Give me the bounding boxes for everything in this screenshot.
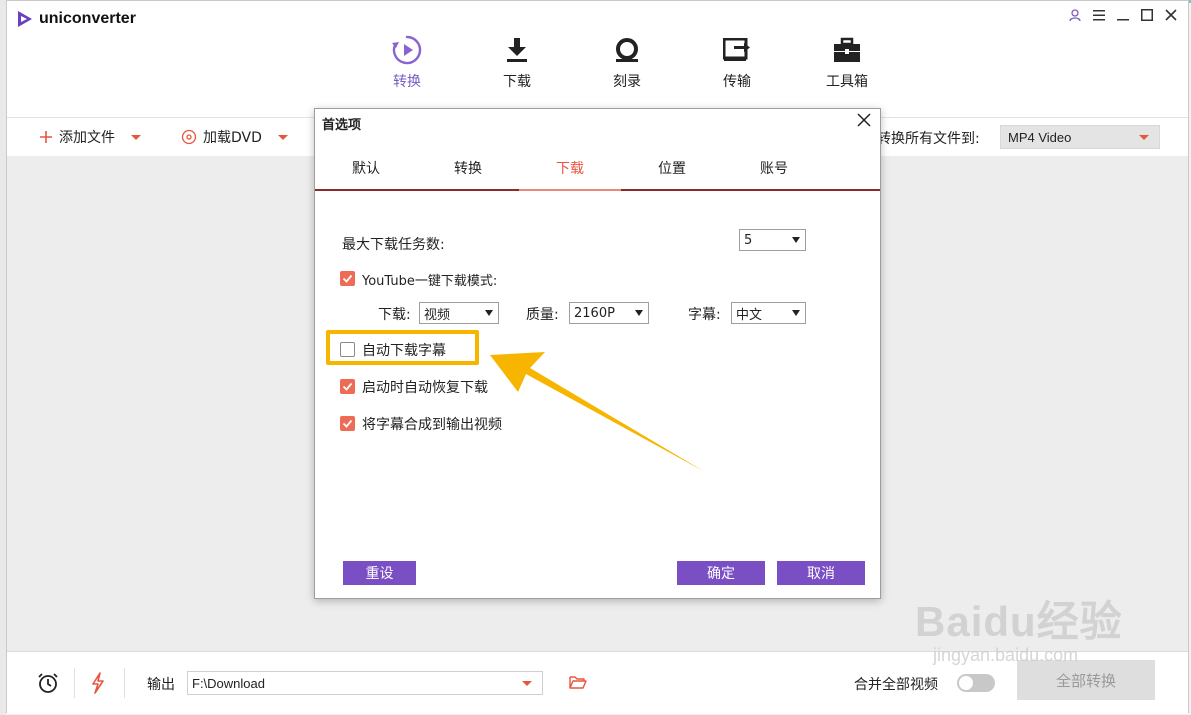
logo-play-icon — [18, 11, 32, 27]
toolbox-icon — [834, 37, 860, 62]
chevron-down-icon — [792, 237, 800, 243]
add-files-dropdown-icon[interactable] — [131, 134, 141, 140]
lightning-icon[interactable] — [91, 672, 105, 698]
max-tasks-value: 5 — [744, 232, 753, 248]
subtitle-language-value: 中文 — [736, 307, 763, 323]
nav-convert[interactable]: 转换 — [352, 35, 462, 91]
tab-convert[interactable]: 转换 — [417, 147, 519, 189]
max-tasks-select[interactable]: 5 — [739, 229, 806, 251]
output-format-select[interactable]: MP4 Video — [1000, 125, 1160, 149]
burn-icon — [616, 38, 638, 62]
dialog-title: 首选项 — [322, 118, 362, 133]
bottom-divider — [74, 668, 75, 698]
quality-select[interactable]: 2160P — [569, 302, 649, 324]
output-format-value: MP4 Video — [1008, 129, 1072, 145]
convert-icon — [392, 35, 422, 65]
chevron-down-icon — [522, 681, 532, 686]
youtube-mode-checkbox[interactable] — [340, 271, 355, 286]
transfer-icon — [723, 38, 750, 61]
download-type-select[interactable]: 视频 — [419, 302, 499, 324]
quality-value: 2160P — [574, 305, 615, 321]
reset-button[interactable]: 重设 — [343, 561, 416, 585]
plus-icon — [40, 131, 52, 143]
download-type-label: 下载: — [378, 307, 411, 323]
youtube-mode-label: YouTube一键下载模式: — [362, 274, 498, 289]
tab-download[interactable]: 下载 — [519, 147, 621, 191]
toggle-knob — [959, 676, 973, 690]
chevron-down-icon — [792, 310, 800, 316]
chevron-down-icon — [1139, 135, 1149, 140]
bottom-bar: 输出 F:\Download 合并全部视频 全部转换 — [7, 651, 1188, 714]
convert-all-button[interactable]: 全部转换 — [1017, 660, 1155, 700]
output-label: 输出 — [147, 677, 175, 693]
merge-all-toggle[interactable] — [957, 674, 995, 692]
tab-default[interactable]: 默认 — [315, 147, 417, 189]
dialog-tabs: 默认 转换 下载 位置 账号 — [315, 147, 880, 191]
check-icon — [342, 382, 353, 391]
nav-toolbox[interactable]: 工具箱 — [792, 35, 902, 91]
close-icon[interactable] — [1164, 7, 1178, 23]
tab-location[interactable]: 位置 — [621, 147, 723, 189]
load-dvd-dropdown-icon[interactable] — [277, 134, 288, 140]
subtitle-language-select[interactable]: 中文 — [731, 302, 806, 324]
nav-burn[interactable]: 刻录 — [572, 35, 682, 91]
download-icon — [507, 38, 527, 62]
ok-button[interactable]: 确定 — [677, 561, 765, 585]
tab-account[interactable]: 账号 — [723, 147, 825, 189]
nav-convert-label: 转换 — [393, 74, 421, 90]
dvd-icon — [181, 129, 197, 145]
add-files-button[interactable]: 添加文件 — [39, 127, 141, 147]
main-nav: 转换 下载 刻录 传输 工具箱 — [352, 35, 902, 91]
merge-subtitle-checkbox[interactable] — [340, 416, 355, 431]
app-logo: uniconverter — [17, 10, 136, 28]
add-files-label: 添加文件 — [59, 130, 115, 146]
nav-toolbox-label: 工具箱 — [826, 74, 868, 90]
minimize-icon[interactable] — [1116, 7, 1130, 23]
maximize-icon[interactable] — [1140, 7, 1154, 23]
folder-icon[interactable] — [569, 674, 587, 693]
load-dvd-label: 加载DVD — [203, 130, 262, 146]
output-path-select[interactable]: F:\Download — [187, 671, 543, 695]
subtitle-language-label: 字幕: — [688, 307, 721, 323]
nav-download-label: 下载 — [503, 74, 531, 90]
chevron-down-icon — [635, 310, 643, 316]
bottom-divider — [124, 668, 125, 698]
schedule-alarm-icon[interactable] — [37, 672, 59, 698]
output-path-value: F:\Download — [192, 675, 265, 691]
convert-all-to-label: 转换所有文件到: — [877, 131, 980, 147]
chevron-down-icon — [485, 310, 493, 316]
auto-download-subtitles-checkbox[interactable] — [340, 342, 355, 357]
quality-label: 质量: — [526, 307, 559, 323]
dialog-close-icon[interactable] — [856, 112, 874, 130]
download-type-value: 视频 — [424, 307, 451, 323]
merge-all-videos-label: 合并全部视频 — [854, 677, 938, 693]
check-icon — [342, 419, 353, 428]
annotation-arrow-icon — [490, 352, 705, 472]
auto-resume-checkbox[interactable] — [340, 379, 355, 394]
menu-icon[interactable] — [1092, 7, 1106, 23]
nav-transfer-label: 传输 — [723, 74, 751, 90]
cancel-button[interactable]: 取消 — [777, 561, 865, 585]
window-controls — [1068, 7, 1178, 23]
nav-transfer[interactable]: 传输 — [682, 35, 792, 91]
nav-burn-label: 刻录 — [613, 74, 641, 90]
max-tasks-label: 最大下载任务数: — [342, 237, 445, 253]
auto-download-subtitles-label: 自动下载字幕 — [362, 343, 446, 359]
app-name: uniconverter — [39, 10, 136, 27]
load-dvd-button[interactable]: 加载DVD — [181, 127, 288, 147]
check-icon — [342, 274, 353, 283]
nav-download[interactable]: 下载 — [462, 35, 572, 91]
user-icon[interactable] — [1068, 7, 1082, 23]
